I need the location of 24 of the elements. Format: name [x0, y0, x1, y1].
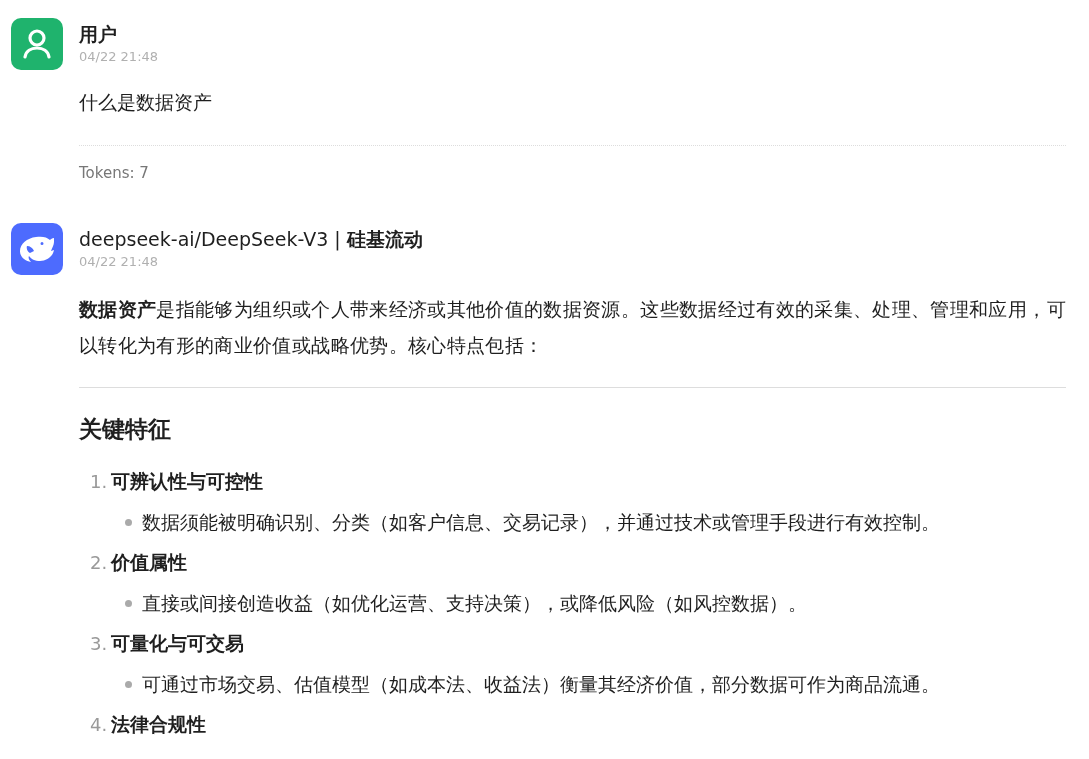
list-number: 2.	[90, 551, 109, 576]
item-title: 法律合规性	[111, 712, 206, 738]
sender-name: deepseek-ai/DeepSeek-V3 | 硅基流动	[79, 226, 423, 252]
bullet-text: 数据须能被明确识别、分类（如客户信息、交易记录），并通过技术或管理手段进行有效控制。	[142, 509, 940, 535]
section-heading: 关键特征	[79, 415, 172, 444]
person-icon	[23, 29, 51, 59]
bullet-text: 直接或间接创造收益（如优化运营、支持决策），或降低风险（如风控数据）。	[142, 590, 807, 616]
item-title: 可辨认性与可控性	[111, 469, 263, 495]
bullet-text: 可通过市场交易、估值模型（如成本法、收益法）衡量其经济价值，部分数据可作为商品流通。	[142, 671, 940, 697]
message-text: 什么是数据资产	[79, 90, 212, 116]
list-number: 3.	[90, 632, 109, 657]
timestamp: 04/22 21:48	[79, 48, 160, 66]
bullet-dot	[125, 599, 132, 607]
item-title: 可量化与可交易	[111, 631, 244, 657]
list-number: 4.	[90, 713, 109, 738]
item-title: 价值属性	[111, 550, 187, 576]
list-number: 1.	[90, 470, 109, 495]
whale-icon	[18, 234, 56, 263]
sender-name: 用户	[79, 22, 117, 47]
bullet-dot	[125, 680, 132, 688]
token-count: Tokens: 7	[79, 162, 149, 184]
bullet-dot	[125, 518, 132, 526]
answer-paragraph: 数据资产是指能够为组织或个人带来经济或其他价值的数据资源。这些数据经过有效的采集、处理、管理和应用，可以转化为有形的商业价值或战略优势。核心特点包括：	[79, 296, 1066, 358]
timestamp: 04/22 21:48	[79, 252, 160, 271]
